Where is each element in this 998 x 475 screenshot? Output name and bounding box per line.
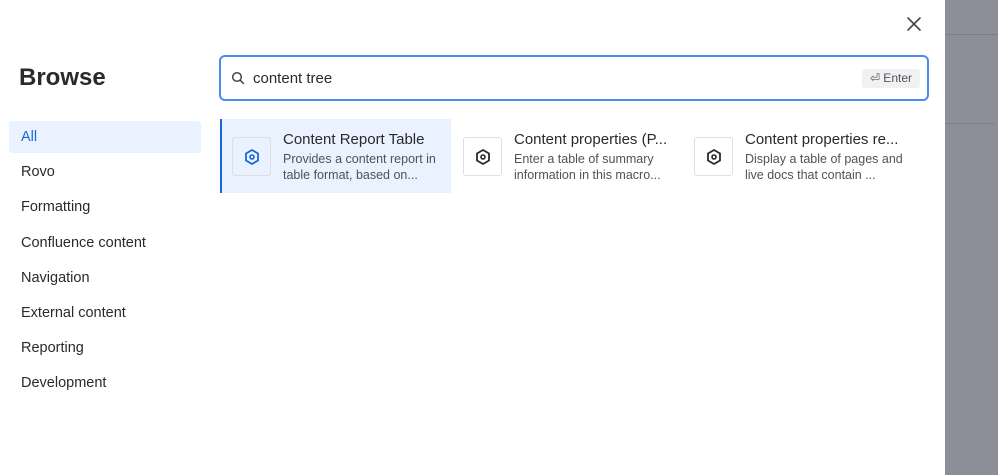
search-icon <box>231 71 245 85</box>
sidebar-item-external-content[interactable]: External content <box>9 297 201 329</box>
dialog-title: Browse <box>19 64 106 91</box>
result-title: Content Report Table <box>283 131 425 148</box>
result-description: Display a table of pages and live docs t… <box>745 152 903 182</box>
sidebar-item-rovo[interactable]: Rovo <box>9 156 201 188</box>
result-item[interactable]: Content Report Table Provides a content … <box>220 119 451 193</box>
sidebar-item-reporting[interactable]: Reporting <box>9 332 201 364</box>
result-description: Provides a content report in table forma… <box>283 152 436 182</box>
sidebar-item-all[interactable]: All <box>9 121 201 153</box>
search-box: ⏎ Enter <box>219 55 929 101</box>
macro-icon <box>232 137 271 176</box>
macro-icon <box>694 137 733 176</box>
sidebar-item-development[interactable]: Development <box>9 367 201 399</box>
sidebar-item-navigation[interactable]: Navigation <box>9 262 201 294</box>
result-title: Content properties (P... <box>514 131 668 148</box>
sidebar-item-formatting[interactable]: Formatting <box>9 191 201 223</box>
close-button[interactable] <box>902 12 926 36</box>
result-item[interactable]: Content properties (P... Enter a table o… <box>451 119 682 193</box>
result-description: Enter a table of summary information in … <box>514 152 661 182</box>
category-sidebar: All Rovo Formatting Confluence content N… <box>9 121 201 403</box>
result-title: Content properties re... <box>745 131 899 148</box>
search-input[interactable] <box>253 67 813 89</box>
result-item[interactable]: Content properties re... Display a table… <box>682 119 913 193</box>
background-divider <box>945 123 995 124</box>
browse-dialog: Browse All Rovo Formatting Confluence co… <box>0 0 945 475</box>
close-icon <box>907 17 921 31</box>
background-divider <box>945 34 998 35</box>
macro-icon <box>463 137 502 176</box>
enter-hint: ⏎ Enter <box>861 69 920 88</box>
sidebar-item-confluence-content[interactable]: Confluence content <box>9 227 201 259</box>
results-list: Content Report Table Provides a content … <box>220 119 913 193</box>
